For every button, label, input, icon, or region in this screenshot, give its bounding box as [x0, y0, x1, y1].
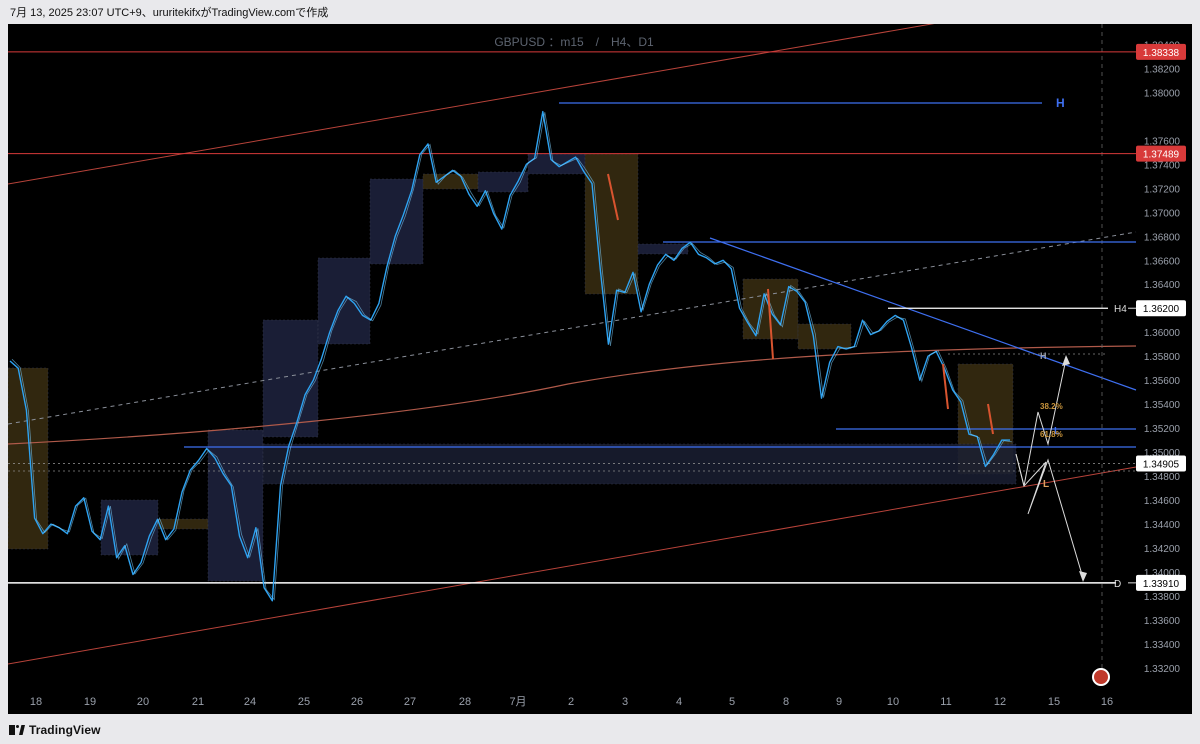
time-axis[interactable]: 18 19 20 21 24 25 26 27 28 7月 2 3 4 5 8 9 10 11 12 15 16: [30, 696, 1113, 708]
x-tick-label: 9: [836, 696, 842, 708]
y-tick-label: 1.37200: [1144, 184, 1181, 195]
zone-box: [207, 429, 264, 582]
y-tick-label: 1.36000: [1144, 328, 1181, 339]
y-tick-label: 1.36400: [1144, 280, 1181, 291]
y-tick-label: 1.36600: [1144, 256, 1181, 267]
price-label-text: 1.34905: [1143, 460, 1180, 471]
screenshot-caption: 7月 13, 2025 23:07 UTC+9、ururitekifxがTrad…: [0, 0, 1200, 24]
x-tick-label: 5: [729, 696, 735, 708]
zone-box: [797, 323, 852, 350]
x-tick-label: 21: [192, 696, 204, 708]
zone-box: [584, 153, 639, 295]
down-arrow-head: [1079, 571, 1087, 582]
x-tick-label: 11: [940, 696, 951, 708]
channel-upper-line: [7, 21, 944, 185]
x-tick-label: 15: [1048, 696, 1060, 708]
channel-lower-line: [7, 466, 1137, 665]
price-chart[interactable]: HHLL38.2%61.8% 1.384001.382001.380001.37…: [7, 21, 1192, 714]
annotation-label: L: [1043, 479, 1049, 490]
y-tick-label: 1.35400: [1144, 400, 1181, 411]
x-tick-label: 7月: [509, 696, 526, 708]
zone-box: [422, 173, 479, 190]
y-tick-label: 1.33200: [1144, 664, 1181, 675]
x-tick-label: 25: [298, 696, 310, 708]
x-tick-label: 16: [1101, 696, 1113, 708]
x-tick-label: 26: [351, 696, 363, 708]
y-tick-label: 1.38200: [1144, 64, 1181, 75]
x-tick-label: 8: [783, 696, 789, 708]
trend-lines: [7, 21, 1137, 679]
price-label-text: 1.37489: [1143, 150, 1180, 161]
supply-demand-zones: [7, 153, 1017, 582]
x-tick-label: 20: [137, 696, 149, 708]
annotation-label: 38.2%: [1040, 402, 1063, 411]
chart-title: GBPUSD ：m15 / H4、D1: [494, 35, 654, 49]
projection-arrows: [1015, 355, 1087, 582]
x-tick-label: 12: [994, 696, 1006, 708]
x-tick-label: 28: [459, 696, 471, 708]
price-label-text: 1.38338: [1143, 48, 1180, 59]
price-label-text: 1.36200: [1143, 304, 1180, 315]
y-tick-label: 1.35600: [1144, 376, 1181, 387]
x-tick-label: 3: [622, 696, 628, 708]
price-label-prefix: D: [1114, 579, 1121, 590]
zone-box: [7, 367, 49, 550]
us-flag-event-icon[interactable]: [1092, 668, 1110, 686]
annotation-label: 61.8%: [1040, 430, 1063, 439]
x-tick-label: 4: [676, 696, 682, 708]
y-tick-label: 1.33400: [1144, 640, 1181, 651]
footer: TradingView: [0, 714, 1200, 744]
y-tick-label: 1.33800: [1144, 592, 1181, 603]
tradingview-logo[interactable]: TradingView: [9, 723, 101, 737]
price-label-prefix: H4: [1114, 304, 1127, 315]
y-tick-label: 1.35800: [1144, 352, 1181, 363]
annotations: HHLL38.2%61.8%: [1040, 96, 1065, 490]
zone-box: [369, 178, 424, 265]
zone-box: [262, 319, 319, 438]
brand-name: TradingView: [29, 723, 101, 737]
x-tick-label: 10: [887, 696, 899, 708]
zone-box: [262, 443, 1017, 485]
up-arrow-head: [1062, 355, 1070, 366]
y-tick-label: 1.37400: [1144, 160, 1181, 171]
price-axis[interactable]: 1.384001.382001.380001.376001.374001.372…: [1114, 40, 1186, 675]
y-tick-label: 1.34200: [1144, 544, 1181, 555]
caption-text: 7月 13, 2025 23:07 UTC+9、ururitekifxがTrad…: [10, 7, 329, 19]
chart-panel[interactable]: HHLL38.2%61.8% 1.384001.382001.380001.37…: [7, 21, 1192, 714]
x-tick-label: 18: [30, 696, 42, 708]
y-tick-label: 1.34400: [1144, 520, 1181, 531]
annotation-label: H: [1056, 96, 1065, 110]
tradingview-mark-icon: [9, 725, 25, 735]
y-tick-label: 1.37000: [1144, 208, 1181, 219]
y-tick-label: 1.34600: [1144, 496, 1181, 507]
y-tick-label: 1.38000: [1144, 88, 1181, 99]
y-tick-label: 1.35200: [1144, 424, 1181, 435]
y-tick-label: 1.36800: [1144, 232, 1181, 243]
y-tick-label: 1.33600: [1144, 616, 1181, 627]
x-tick-label: 27: [404, 696, 416, 708]
price-label-text: 1.33910: [1143, 579, 1180, 590]
x-tick-label: 2: [568, 696, 574, 708]
x-tick-label: 19: [84, 696, 96, 708]
x-tick-label: 24: [244, 696, 256, 708]
level-lines: [8, 51, 1136, 584]
annotation-label: H: [1040, 351, 1047, 361]
y-tick-label: 1.34800: [1144, 472, 1181, 483]
zone-box: [157, 518, 209, 530]
